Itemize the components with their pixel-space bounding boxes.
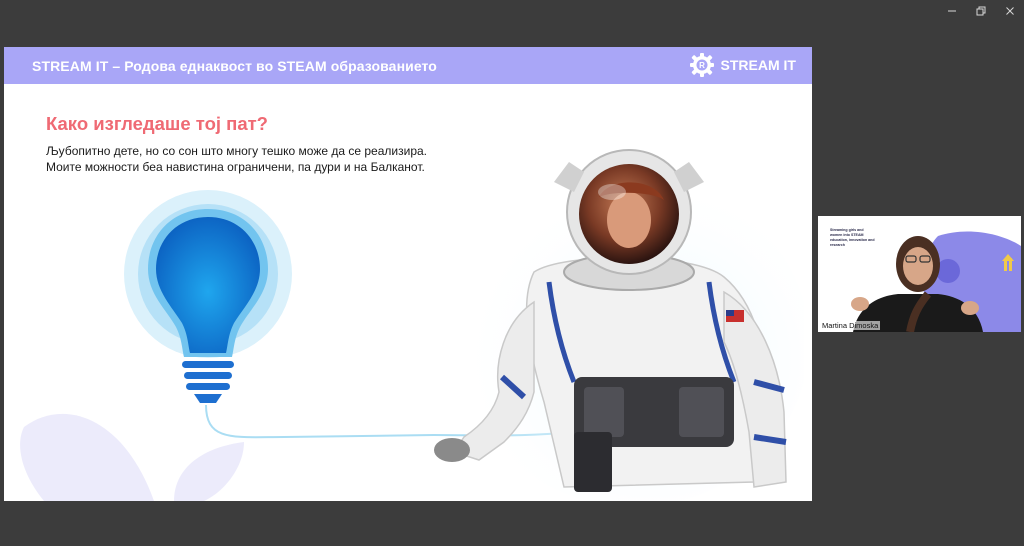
minimize-icon <box>947 10 956 12</box>
participant-name: Martina Dimoska <box>820 321 881 330</box>
shared-slide: STREAM IT – Родова еднаквост во STEAM об… <box>4 47 812 501</box>
astronaut-image <box>434 149 804 501</box>
close-icon <box>1005 7 1014 15</box>
restore-icon <box>976 6 985 16</box>
minimize-button[interactable] <box>937 0 966 22</box>
close-button[interactable] <box>995 0 1024 22</box>
restore-button[interactable] <box>966 0 995 22</box>
window-controls <box>937 0 1024 22</box>
light-bulb-icon <box>124 190 292 403</box>
webcam-background-text: Streaming girls and women into STEAM edu… <box>830 228 875 247</box>
participant-video-tile[interactable]: Streaming girls and women into STEAM edu… <box>818 216 1021 332</box>
